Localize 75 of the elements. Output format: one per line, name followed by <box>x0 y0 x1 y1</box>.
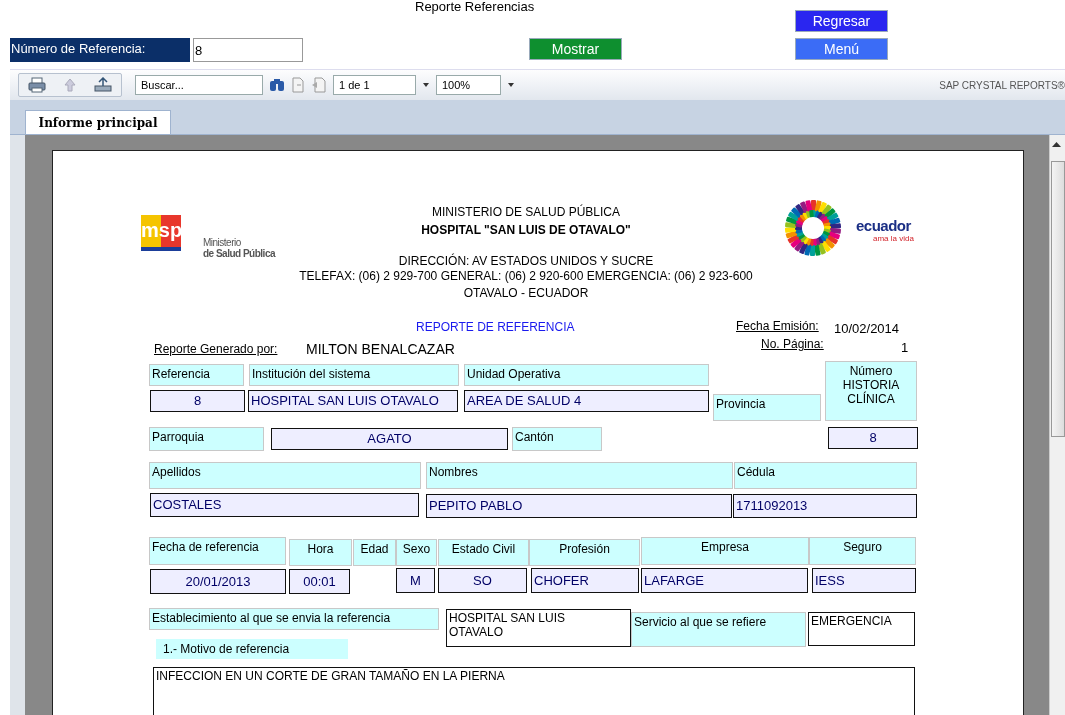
scrollbar[interactable] <box>1049 135 1065 715</box>
field-label: Fecha Emisión: <box>736 319 819 333</box>
report-title: REPORTE DE REFERENCIA <box>416 320 575 334</box>
reference-number-field[interactable]: 8 <box>193 38 303 62</box>
field-label: Parroquia <box>149 427 264 451</box>
field-value: AGATO <box>271 428 508 450</box>
field-label: Unidad Operativa <box>464 364 709 386</box>
field-value: IESS <box>812 568 916 593</box>
page-number-field[interactable]: 1 de 1 <box>333 75 416 95</box>
header-text: DIRECCIÓN: AV ESTADOS UNIDOS Y SUCRE <box>397 254 655 268</box>
tray-arrow-icon[interactable] <box>94 77 112 93</box>
scroll-up-icon[interactable] <box>1050 139 1063 149</box>
logo-text: ecuador <box>856 217 911 234</box>
field-value: M <box>396 568 435 593</box>
logo-tagline: ama la vida <box>873 234 914 243</box>
menu-button[interactable]: Menú <box>795 38 888 60</box>
field-value: AREA DE SALUD 4 <box>464 390 709 412</box>
search-field[interactable]: Buscar... <box>135 75 263 95</box>
page-title: Reporte Referencias <box>415 0 535 13</box>
field-value: PEPITO PABLO <box>426 494 732 518</box>
field-value: CHOFER <box>531 568 639 593</box>
caret-icon[interactable] <box>507 81 515 89</box>
field-value: MILTON BENALCAZAR <box>306 341 455 357</box>
sunburst-logo-icon <box>783 198 843 258</box>
text-box: INFECCION EN UN CORTE DE GRAN TAMAÑO EN LA PIERNA <box>153 667 915 715</box>
field-value: SO <box>438 568 527 593</box>
header-text: HOSPITAL "SAN LUIS DE OTAVALO" <box>420 223 632 237</box>
field-label: No. Página: <box>761 337 824 351</box>
field-value: HOSPITAL SAN LUIS OTAVALO <box>248 390 458 412</box>
field-label: Seguro <box>809 537 916 565</box>
field-label: Nombres <box>426 462 733 489</box>
field-label: Establecimiento al que se envia la referencia <box>149 608 439 630</box>
field-value: 1 <box>901 340 909 355</box>
field-label: 1.- Motivo de referencia <box>156 639 348 659</box>
field-value: LAFARGE <box>641 568 808 593</box>
field-label: Cédula <box>734 462 917 489</box>
back-button[interactable]: Regresar <box>795 10 888 32</box>
field-label: Provincia <box>713 394 821 421</box>
field-label: Estado Civil <box>438 539 529 566</box>
logo-text: de Salud Pública <box>203 248 276 259</box>
report-tab[interactable]: Informe principal <box>25 110 171 134</box>
scroll-thumb[interactable] <box>1051 161 1065 437</box>
field-label: Cantón <box>512 427 602 451</box>
field-label: Hora <box>289 539 352 566</box>
field-label: Número de Referencia: <box>10 38 190 62</box>
logo-text: Ministerio <box>203 237 241 248</box>
field-label: Sexo <box>396 539 437 566</box>
field-label: Reporte Generado por: <box>154 342 278 356</box>
field-value: 10/02/2014 <box>834 321 900 336</box>
field-label: Servicio al que se refiere <box>631 612 806 647</box>
printer-icon[interactable] <box>28 77 46 93</box>
field-label: Institución del sistema <box>249 364 459 386</box>
field-label: Fecha de referencia <box>149 537 286 565</box>
field-label: Profesión <box>529 539 640 566</box>
field-label: Edad <box>353 539 396 566</box>
field-label: Número HISTORIA CLÍNICA <box>825 361 917 421</box>
field-value: 00:01 <box>289 569 350 594</box>
search-icon[interactable] <box>269 78 285 92</box>
field-label: Empresa <box>641 537 809 565</box>
caret-icon[interactable] <box>422 81 430 89</box>
header-text: OTAVALO - ECUADOR <box>462 286 590 300</box>
text-box: HOSPITAL SAN LUIS OTAVALO <box>446 609 631 647</box>
field-value: 1711092013 <box>733 494 917 518</box>
field-label: Referencia <box>149 364 244 386</box>
header-text: TELEFAX: (06) 2 929-700 GENERAL: (06) 2 920-600 EMERGENCIA: (06) 2 923-600 <box>298 269 754 283</box>
show-button[interactable]: Mostrar <box>529 38 622 60</box>
header-text: MINISTERIO DE SALUD PÚBLICA <box>430 205 621 219</box>
field-value: 8 <box>150 390 245 412</box>
zoom-field[interactable]: 100% <box>436 75 501 95</box>
field-value: 8 <box>828 427 918 449</box>
brand-text: SAP CRYSTAL REPORTS® <box>939 79 1065 91</box>
field-value: COSTALES <box>150 493 419 517</box>
field-value: 20/01/2013 <box>150 569 286 594</box>
field-label: Apellidos <box>149 462 421 489</box>
text-box: EMERGENCIA <box>808 612 915 646</box>
